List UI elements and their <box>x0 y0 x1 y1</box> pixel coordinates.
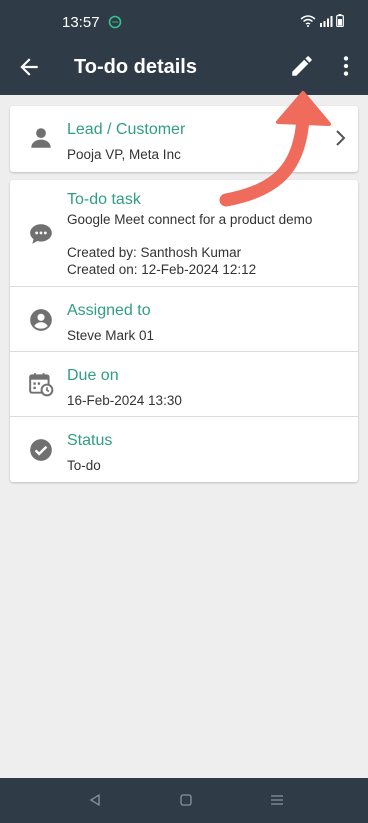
status-icons <box>300 14 344 27</box>
lead-value: Pooja VP, Meta Inc <box>67 147 181 162</box>
assigned-to-value: Steve Mark 01 <box>67 328 155 343</box>
due-on-row: Due on 16-Feb-2024 13:30 <box>10 352 358 416</box>
chat-notification-icon <box>108 15 122 29</box>
wifi-icon <box>300 14 316 27</box>
todo-task-description: Google Meet connect for a product demo <box>67 212 313 227</box>
due-on-value: 16-Feb-2024 13:30 <box>67 393 182 408</box>
signal-icon <box>320 15 333 27</box>
nav-home-icon[interactable] <box>179 793 193 807</box>
check-circle-icon <box>30 439 52 461</box>
created-on: Created on: 12-Feb-2024 12:12 <box>67 262 257 277</box>
arrow-left-icon[interactable] <box>16 54 42 80</box>
status-label: Status <box>67 432 113 449</box>
status-value: To-do <box>67 458 101 473</box>
assigned-to-label: Assigned to <box>67 302 151 319</box>
more-vertical-icon[interactable] <box>333 53 359 79</box>
app-bar: To-do details <box>0 40 368 95</box>
pencil-icon[interactable] <box>289 53 315 79</box>
status-time: 13:57 <box>62 14 100 31</box>
assigned-to-row: Assigned to Steve Mark 01 <box>10 287 358 351</box>
system-navigation-bar <box>0 778 368 823</box>
battery-icon <box>336 14 344 27</box>
todo-task-label: To-do task <box>67 191 141 208</box>
status-row: Status To-do <box>10 417 358 482</box>
nav-back-icon[interactable] <box>88 793 102 807</box>
todo-details-card: To-do task Google Meet connect for a pro… <box>10 180 358 482</box>
status-bar: 13:57 <box>0 0 368 40</box>
calendar-clock-icon <box>29 373 54 397</box>
chat-bubble-icon <box>30 224 52 244</box>
created-by: Created by: Santhosh Kumar <box>67 245 242 260</box>
chevron-right-icon[interactable] <box>334 128 348 148</box>
person-icon <box>31 128 51 148</box>
nav-menu-icon[interactable] <box>270 793 284 807</box>
lead-label: Lead / Customer <box>67 121 186 138</box>
lead-customer-card[interactable]: Lead / Customer Pooja VP, Meta Inc <box>10 106 358 172</box>
page-title: To-do details <box>74 56 197 78</box>
due-on-label: Due on <box>67 367 119 384</box>
todo-task-row: To-do task Google Meet connect for a pro… <box>10 180 358 286</box>
account-circle-icon <box>30 309 52 331</box>
